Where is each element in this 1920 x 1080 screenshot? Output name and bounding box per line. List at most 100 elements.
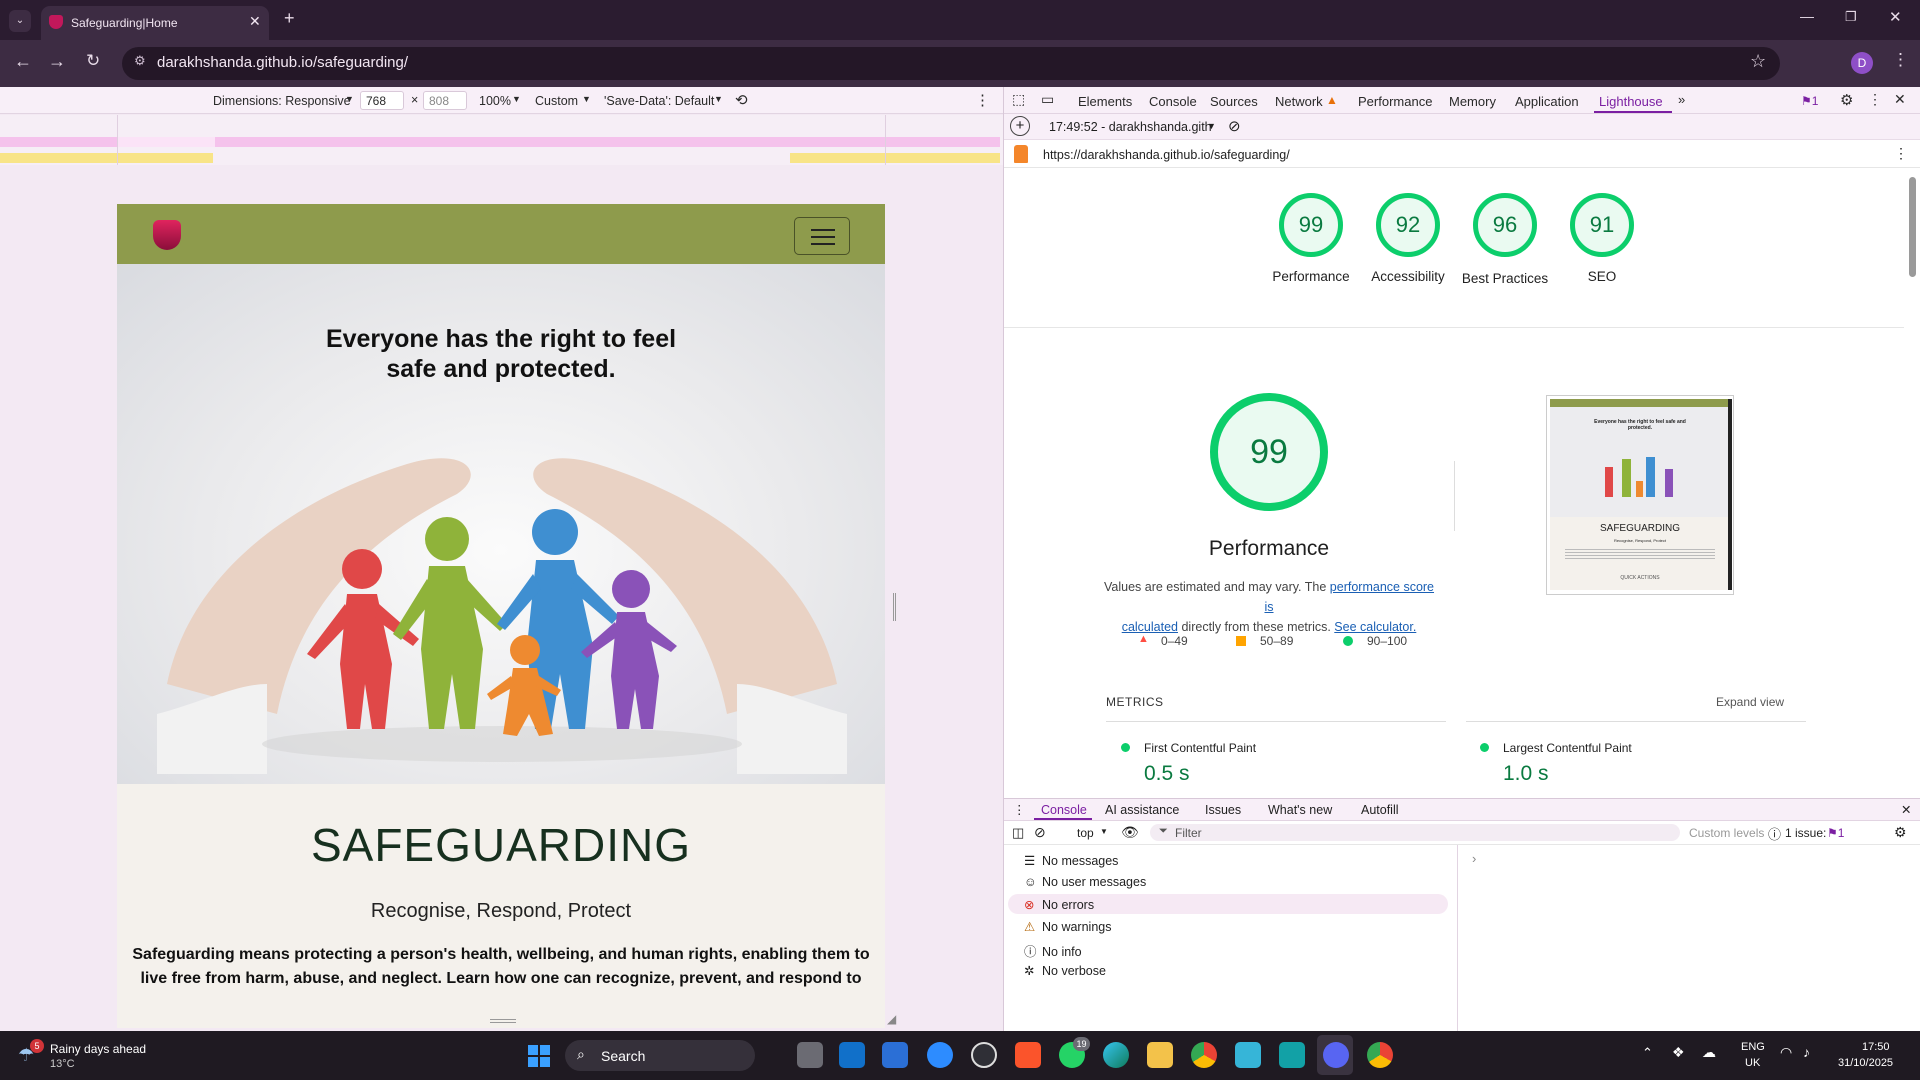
store-icon[interactable] — [882, 1042, 908, 1068]
throttle-dropdown[interactable]: Custom — [535, 94, 578, 108]
chrome-profile-icon[interactable] — [1367, 1042, 1393, 1068]
console-settings-icon[interactable]: ⚙ — [1894, 824, 1907, 841]
file-explorer-icon[interactable] — [1147, 1042, 1173, 1068]
clear-reports-icon[interactable]: ⊘ — [1228, 117, 1241, 135]
browser-menu-icon[interactable]: ⋮ — [1892, 50, 1909, 70]
drawer-tab-autofill[interactable]: Autofill — [1361, 803, 1399, 817]
issues-label[interactable]: 1 issue: — [1785, 826, 1826, 840]
weather-widget[interactable]: ☂ 5 — [18, 1039, 44, 1065]
zoom-icon[interactable] — [927, 1042, 953, 1068]
bookmark-star-icon[interactable]: ☆ — [1750, 51, 1766, 72]
final-screenshot-thumbnail[interactable]: Everyone has the right to feel safe and … — [1546, 395, 1734, 595]
tab-performance[interactable]: Performance — [1358, 94, 1432, 109]
min-width-bar-left[interactable] — [0, 153, 213, 163]
edge-icon[interactable] — [1103, 1042, 1129, 1068]
calculator-link[interactable]: See calculator. — [1334, 620, 1416, 634]
volume-icon[interactable]: ♪ — [1803, 1044, 1810, 1060]
context-select[interactable]: top — [1077, 826, 1094, 840]
resize-handle-right[interactable] — [893, 593, 896, 621]
report-select[interactable]: 17:49:52 - darakhshanda.gith — [1049, 120, 1212, 134]
code-editor-icon[interactable] — [1279, 1042, 1305, 1068]
gauge-accessibility[interactable]: 92 — [1376, 193, 1440, 257]
tab-application[interactable]: Application — [1515, 94, 1579, 109]
tab-sources[interactable]: Sources — [1210, 94, 1258, 109]
height-input[interactable]: 808 — [423, 91, 467, 110]
drawer-tab-ai[interactable]: AI assistance — [1105, 803, 1179, 817]
drawer-tab-issues[interactable]: Issues — [1205, 803, 1241, 817]
sidebar-item-user-messages[interactable]: ☺ No user messages — [1024, 875, 1146, 889]
wifi-icon[interactable]: ◠ — [1780, 1044, 1792, 1061]
onedrive-icon[interactable]: ☁ — [1702, 1044, 1716, 1061]
report-scrollbar[interactable] — [1909, 177, 1916, 277]
gauge-seo[interactable]: 91 — [1570, 193, 1634, 257]
rotate-icon[interactable]: ⟲ — [735, 91, 748, 109]
task-view-icon[interactable] — [797, 1042, 823, 1068]
sidebar-item-verbose[interactable]: ✲ No verbose — [1024, 963, 1106, 978]
tab-console[interactable]: Console — [1149, 94, 1197, 109]
dimensions-dropdown[interactable]: Dimensions: Responsive — [213, 94, 351, 108]
minimize-icon[interactable]: — — [1800, 8, 1814, 24]
show-hidden-icons[interactable]: ⌃ — [1642, 1045, 1653, 1061]
live-expression-eye-icon[interactable]: 👁 — [1121, 824, 1139, 841]
sidebar-toggle-icon[interactable]: ◫ — [1012, 825, 1024, 841]
notepad-icon[interactable] — [1235, 1042, 1261, 1068]
sidebar-item-info[interactable]: ⓘ No info — [1024, 941, 1082, 960]
clear-console-icon[interactable]: ⊘ — [1034, 824, 1046, 841]
outlook-icon[interactable] — [839, 1042, 865, 1068]
sidebar-item-errors[interactable]: ⊗ No errors — [1024, 897, 1094, 912]
more-options-icon[interactable]: ⋮ — [975, 91, 990, 109]
issues-badge[interactable]: ⚑1 — [1801, 94, 1818, 108]
profile-avatar[interactable]: D — [1851, 52, 1873, 74]
expand-view-button[interactable]: Expand view — [1716, 695, 1784, 709]
console-filter-input[interactable]: ⏷ Filter — [1150, 824, 1680, 841]
gauge-performance[interactable]: 99 — [1279, 193, 1343, 257]
close-tab-icon[interactable]: ✕ — [249, 13, 261, 30]
new-report-icon[interactable]: + — [1010, 116, 1030, 136]
min-width-bar-right[interactable] — [790, 153, 1000, 163]
lang-primary[interactable]: ENG — [1741, 1041, 1765, 1053]
clock-time[interactable]: 17:50 — [1862, 1041, 1890, 1053]
tab-elements[interactable]: Elements — [1078, 94, 1132, 109]
forward-icon[interactable]: → — [48, 51, 66, 72]
width-input[interactable]: 768 — [360, 91, 404, 110]
gauge-best-practices[interactable]: 96 — [1473, 193, 1537, 257]
report-menu-icon[interactable]: ⋮ — [1894, 145, 1908, 162]
chrome-icon[interactable] — [1191, 1042, 1217, 1068]
tab-lighthouse[interactable]: Lighthouse — [1599, 94, 1663, 109]
device-toggle-icon[interactable]: ▭ — [1041, 91, 1054, 108]
media-player-icon[interactable] — [971, 1042, 997, 1068]
score-link-2[interactable]: calculated — [1122, 620, 1178, 634]
restore-icon[interactable]: ❐ — [1845, 9, 1857, 25]
inspect-icon[interactable]: ⬚ — [1012, 91, 1025, 108]
brave-icon[interactable] — [1015, 1042, 1041, 1068]
zoom-dropdown[interactable]: 100% — [479, 94, 511, 108]
devtools-close-icon[interactable]: ✕ — [1894, 91, 1906, 108]
resize-handle-bottom[interactable] — [490, 1019, 516, 1023]
drawer-menu-icon[interactable]: ⋮ — [1013, 802, 1026, 817]
tab-network[interactable]: Network — [1275, 94, 1323, 109]
levels-dropdown[interactable]: Custom levels — [1689, 826, 1764, 840]
shield-logo-icon[interactable] — [153, 220, 181, 250]
windows-start-icon[interactable] — [528, 1045, 550, 1067]
sidebar-item-messages[interactable]: ☰ No messages — [1024, 853, 1118, 868]
site-info-icon[interactable]: ⚙ — [134, 53, 146, 69]
tab-memory[interactable]: Memory — [1449, 94, 1496, 109]
hamburger-menu-button[interactable] — [794, 217, 850, 255]
issues-flag[interactable]: ⚑1 — [1827, 826, 1844, 840]
tab-search-button[interactable]: ⌄ — [9, 10, 31, 32]
discord-icon[interactable] — [1323, 1042, 1349, 1068]
browser-tab[interactable]: Safeguarding|Home ✕ — [41, 6, 269, 40]
taskbar-search[interactable]: ⌕ Search — [565, 1040, 755, 1071]
drawer-tab-console[interactable]: Console — [1041, 803, 1087, 817]
drawer-close-icon[interactable]: ✕ — [1901, 802, 1911, 817]
resize-corner-icon[interactable]: ◢ — [887, 1012, 896, 1026]
drawer-tab-whats-new[interactable]: What's new — [1268, 803, 1332, 817]
save-data-dropdown[interactable]: 'Save-Data': Default — [604, 94, 714, 108]
dropbox-icon[interactable]: ❖ — [1672, 1044, 1685, 1061]
new-tab-icon[interactable]: + — [284, 8, 295, 29]
settings-gear-icon[interactable]: ⚙ — [1840, 91, 1853, 109]
window-close-icon[interactable]: ✕ — [1889, 8, 1902, 26]
more-tabs-icon[interactable]: » — [1678, 92, 1685, 107]
reload-icon[interactable]: ↻ — [86, 51, 100, 71]
devtools-menu-icon[interactable]: ⋮ — [1868, 91, 1882, 108]
